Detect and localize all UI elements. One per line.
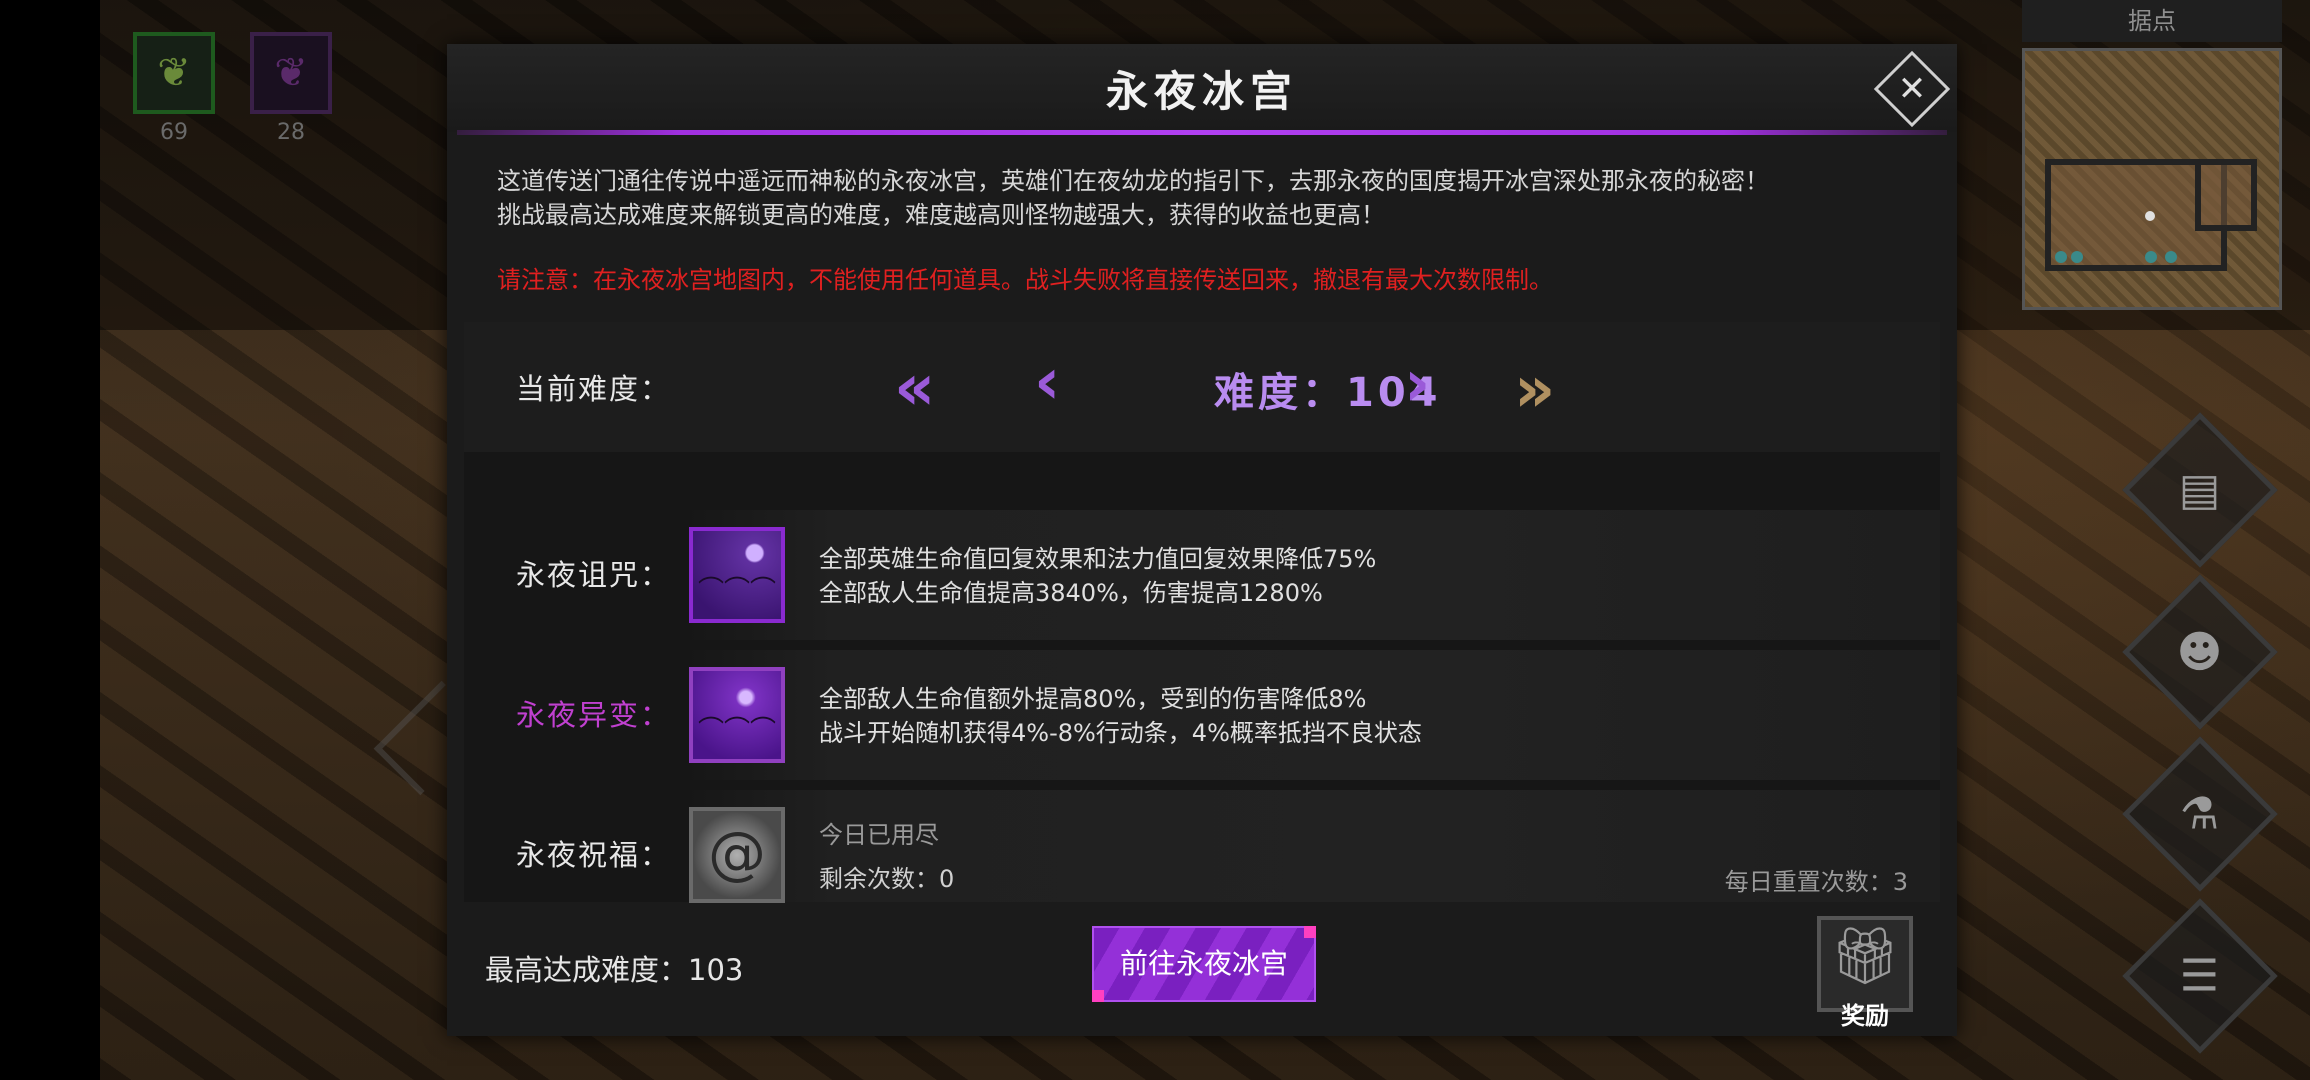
mutation-effect-line: 全部敌人生命值额外提高80%，受到的伤害降低8%: [819, 685, 1367, 713]
mutation-effects: 全部敌人生命值额外提高80%，受到的伤害降低8% 战斗开始随机获得4%-8%行动…: [819, 682, 1422, 750]
enter-dungeon-label: 前往永夜冰宫: [1119, 947, 1288, 980]
blessing-icon[interactable]: @: [689, 807, 785, 903]
minimap-player-marker: [2145, 211, 2155, 221]
header-divider: [457, 130, 1947, 135]
mutation-label: 永夜异变：: [516, 698, 672, 732]
minimap-marker: [2145, 251, 2157, 263]
mutation-effect-line: 战斗开始随机获得4%-8%行动条，4%概率抵挡不良状态: [819, 719, 1422, 747]
difficulty-last-button[interactable]: »: [1514, 358, 1555, 422]
minimap-room: [2195, 159, 2257, 231]
eternal-night-dialog: 永夜冰宫 ✕ 这道传送门通往传说中遥远而神秘的永夜冰宫，英雄们在夜幼龙的指引下，…: [447, 44, 1957, 1036]
difficulty-next-button[interactable]: ›: [1404, 352, 1430, 416]
difficulty-prev-button[interactable]: ‹: [1034, 350, 1060, 414]
difficulty-label: 当前难度：: [516, 372, 672, 406]
minimap-marker: [2055, 251, 2067, 263]
description-line-2: 挑战最高达成难度来解锁更高的难度，难度越高则怪物越强大，获得的收益也更高！: [497, 201, 1385, 229]
mutation-icon[interactable]: ⌒⌒⌒: [689, 667, 785, 763]
curse-effects: 全部英雄生命值回复效果和法力值回复效果降低75% 全部敌人生命值提高3840%，…: [819, 542, 1376, 610]
green-feather-item-icon: ❦: [157, 50, 191, 96]
minimap[interactable]: [2022, 48, 2282, 310]
blessing-label: 永夜祝福：: [516, 838, 672, 872]
curse-icon[interactable]: ⌒⌒⌒: [689, 527, 785, 623]
difficulty-row: [464, 322, 1940, 452]
difficulty-panel: 当前难度： « ‹ 难度：104 › » 永夜诅咒： ⌒⌒⌒ 全部英雄生命值回复…: [464, 322, 1940, 903]
button-corner: [1304, 926, 1316, 938]
spiral-icon: @: [708, 819, 766, 887]
curse-effect-line: 全部英雄生命值回复效果和法力值回复效果降低75%: [819, 545, 1377, 573]
inventory-slot-2[interactable]: ❦: [250, 32, 332, 114]
curse-label: 永夜诅咒：: [516, 558, 672, 592]
dialog-description: 这道传送门通往传说中遥远而神秘的永夜冰宫，英雄们在夜幼龙的指引下，去那永夜的国度…: [497, 164, 1917, 232]
difficulty-first-button[interactable]: «: [894, 356, 935, 420]
enter-dungeon-button[interactable]: 前往永夜冰宫: [1092, 926, 1316, 1002]
scroll-icon: ▤: [2179, 464, 2221, 516]
purple-feather-item-icon: ❦: [274, 50, 308, 96]
menu-list-icon: ☰: [2180, 950, 2220, 1002]
reward-label: 奖励: [1841, 1002, 1889, 1030]
dialog-title: 永夜冰宫: [1105, 67, 1298, 116]
max-difficulty: 最高达成难度：103: [485, 953, 744, 987]
minimap-marker: [2165, 251, 2177, 263]
gift-icon: 🎁︎: [1829, 924, 1901, 989]
bats-icon: ⌒⌒⌒: [697, 576, 776, 606]
inventory-count-2: 28: [277, 120, 305, 145]
inventory-count-1: 69: [160, 120, 188, 145]
inventory-slot-1[interactable]: ❦: [133, 32, 215, 114]
description-line-1: 这道传送门通往传说中遥远而神秘的永夜冰宫，英雄们在夜幼龙的指引下，去那永夜的国度…: [497, 167, 1769, 195]
potion-icon: ⚗: [2180, 788, 2220, 840]
blessing-status: 今日已用尽: [819, 821, 939, 849]
minimap-marker: [2071, 251, 2083, 263]
button-corner: [1092, 990, 1104, 1002]
bats-icon: ⌒⌒⌒: [697, 716, 776, 746]
minimap-title: 据点: [2022, 0, 2282, 42]
warning-text: 请注意：在永夜冰宫地图内，不能使用任何道具。战斗失败将直接传送回来，撤退有最大次…: [497, 266, 1553, 294]
blessing-remaining: 剩余次数：0: [819, 865, 955, 893]
left-black-bar: [0, 0, 100, 1080]
curse-effect-line: 全部敌人生命值提高3840%，伤害提高1280%: [819, 579, 1323, 607]
party-icon: ☻: [2177, 626, 2223, 678]
daily-reset-count: 每日重置次数：3: [1724, 868, 1908, 896]
